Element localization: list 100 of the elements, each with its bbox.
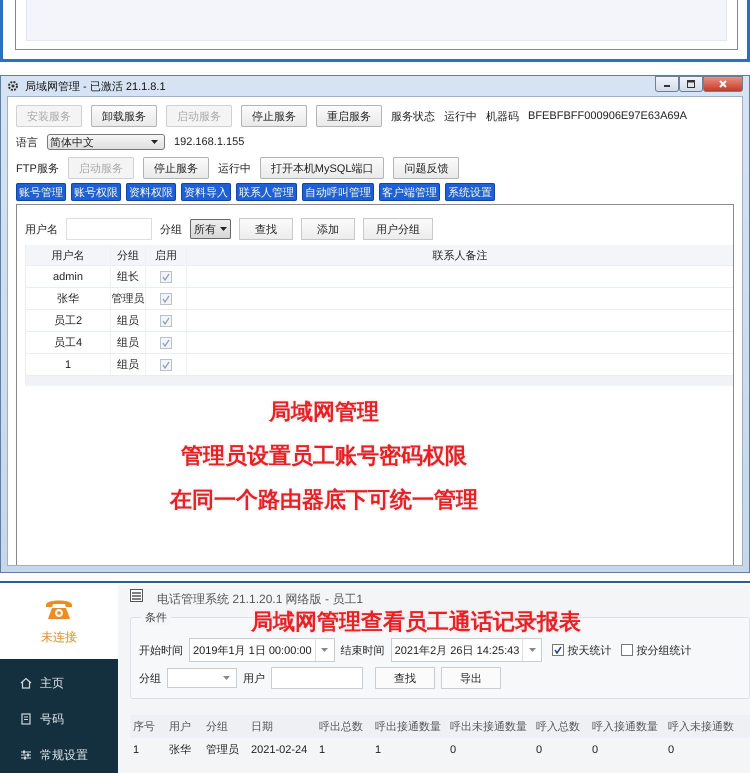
language-dropdown[interactable]: 简体中文	[47, 134, 165, 150]
check-icon	[554, 646, 562, 654]
checkbox[interactable]	[160, 336, 172, 348]
app-title: 电话管理系统 21.1.20.1 网络版 - 员工1	[157, 590, 364, 608]
tab[interactable]: 账号管理	[16, 183, 66, 201]
status-label: 运行中	[444, 110, 477, 124]
minimize-button[interactable]	[655, 76, 679, 92]
tab[interactable]: 资料权限	[126, 183, 176, 201]
column-header: 用户名	[26, 245, 111, 265]
table-cell: 0	[533, 738, 589, 761]
caret-icon	[321, 648, 328, 652]
action-button[interactable]: 查找	[375, 667, 435, 689]
sidebar-item[interactable]: 号码	[0, 701, 118, 737]
table-cell: 0	[665, 738, 750, 761]
sidebar-item[interactable]: 常规设置	[0, 737, 118, 773]
end-time-label: 结束时间	[340, 644, 385, 658]
group-dropdown[interactable]	[167, 668, 237, 688]
menu-icon	[132, 592, 141, 600]
menu-button[interactable]	[130, 589, 143, 602]
group-label: 分组	[139, 672, 161, 686]
column-header: 呼出总数	[316, 715, 372, 738]
action-button[interactable]: 导出	[441, 667, 501, 689]
tab[interactable]: 系统设置	[445, 183, 495, 201]
sliders-icon	[20, 749, 32, 761]
column-header: 呼入未接通数	[665, 715, 750, 738]
column-header: 呼出未接通数量	[447, 715, 533, 738]
column-header: 序号	[130, 715, 166, 738]
close-icon	[719, 80, 727, 88]
service-button[interactable]: 重启服务	[316, 105, 382, 127]
tab[interactable]: 自动呼叫管理	[302, 183, 374, 201]
caret-icon	[528, 648, 536, 652]
checkbox[interactable]	[160, 270, 172, 282]
user-field[interactable]	[271, 667, 363, 689]
status-label: BFEBFBFF000906E97E63A69A	[528, 110, 687, 122]
filter-button[interactable]: 添加	[301, 218, 355, 240]
caption-text: 局域网管理	[269, 398, 379, 426]
caret-icon	[151, 140, 158, 144]
check-icon	[162, 316, 170, 324]
check-icon	[162, 294, 170, 302]
column-header: 日期	[248, 715, 316, 738]
tab[interactable]: 联系人管理	[236, 183, 297, 201]
service-button[interactable]: 停止服务	[142, 157, 209, 179]
status-label: 机器码	[486, 110, 519, 124]
table-cell: 1	[316, 738, 372, 761]
caption-text: 在同一个路由器底下可统一管理	[170, 486, 478, 514]
tab[interactable]: 资料导入	[181, 183, 231, 201]
column-header: 用户	[166, 715, 203, 738]
status-label: 服务状态	[391, 110, 435, 124]
group-dropdown[interactable]: 所有	[190, 219, 231, 239]
table-cell: 0	[447, 738, 533, 761]
checkbox[interactable]: 按分组统计	[621, 642, 692, 658]
table-cell: 组员	[111, 332, 146, 353]
column-header: 呼出接通数量	[372, 715, 447, 738]
checkbox[interactable]	[160, 292, 172, 304]
column-header: 联系人备注	[432, 248, 488, 264]
maximize-button[interactable]	[679, 76, 703, 92]
table-cell: 1	[130, 738, 166, 761]
caption-text: 局域网管理查看员工通话记录报表	[251, 608, 581, 636]
date-time-field[interactable]: 2021年2月 26日 14:25:43	[390, 638, 542, 662]
table-cell: 员工4	[26, 332, 111, 353]
close-button[interactable]	[703, 76, 743, 92]
gear-icon	[7, 80, 19, 92]
table-cell: 0	[589, 738, 665, 761]
user-label: 用户	[243, 672, 265, 686]
date-time-field[interactable]: 2019年1月 1日 00:00:00	[189, 638, 335, 662]
column-header: 呼入总数	[533, 715, 589, 738]
table-cell: 1	[372, 738, 447, 761]
service-button[interactable]: 停止服务	[241, 105, 307, 127]
connection-status: 未连接	[41, 629, 77, 646]
table-cell: admin	[26, 266, 111, 287]
service-button[interactable]: 打开本机MySQL端口	[260, 157, 384, 179]
caret-icon	[220, 227, 227, 231]
checkbox[interactable]: 按天统计	[552, 642, 612, 658]
table-cell: 组员	[111, 310, 146, 331]
language-label: 语言	[16, 136, 38, 150]
service-button[interactable]: 问题反馈	[393, 157, 460, 179]
checkbox[interactable]	[160, 314, 172, 326]
tab[interactable]: 客户端管理	[379, 183, 440, 201]
tab[interactable]: 账号权限	[71, 183, 121, 201]
username-field[interactable]	[66, 218, 152, 240]
start-time-label: 开始时间	[139, 644, 183, 658]
filter-button[interactable]: 用户分组	[363, 218, 433, 240]
window-title: 局域网管理 - 已激活 21.1.8.1	[25, 80, 166, 94]
sidebar-item[interactable]: 主页	[0, 665, 118, 701]
ip-address: 192.168.1.155	[174, 136, 244, 148]
maximize-icon	[687, 80, 695, 88]
username-label: 用户名	[25, 222, 58, 236]
service-button[interactable]: 卸载服务	[91, 105, 157, 127]
column-header: 呼入接通数量	[589, 715, 665, 738]
table-cell: 组员	[111, 354, 146, 375]
filter-button[interactable]: 查找	[239, 218, 293, 240]
caption-text: 管理员设置员工账号密码权限	[181, 442, 467, 470]
group-label: 分组	[160, 222, 182, 236]
column-header: 启用	[146, 245, 187, 265]
check-icon	[162, 272, 170, 280]
table-cell: 张华	[26, 288, 111, 309]
caret-icon	[223, 676, 230, 680]
checkbox[interactable]	[160, 358, 172, 370]
column-header: 分组	[203, 715, 248, 738]
home-icon	[20, 677, 32, 689]
